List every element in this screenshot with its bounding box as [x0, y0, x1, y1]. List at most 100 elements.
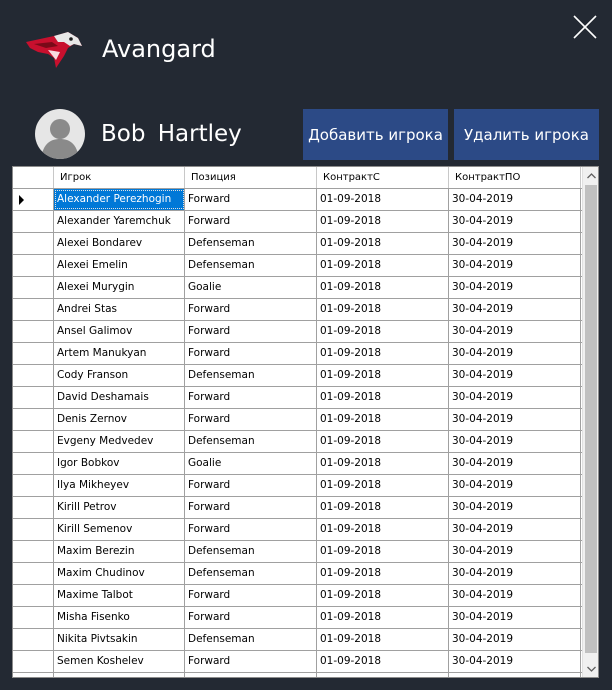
cell-contract-from[interactable]: 01-09-2018	[317, 453, 449, 474]
players-grid[interactable]: Игрок Позиция КонтрактС КонтрактПО Alexa…	[12, 166, 599, 678]
cell-player[interactable]: David Deshamais	[54, 387, 185, 408]
table-row[interactable]: Andrei Stas Forward 01-09-2018 30-04-2019	[13, 299, 582, 321]
table-row[interactable]: Alexander Perezhogin Forward 01-09-2018 30-…	[13, 189, 582, 211]
row-header[interactable]	[13, 607, 54, 628]
row-header[interactable]	[13, 387, 54, 408]
table-row[interactable]: Maxim Chudinov Defenseman 01-09-2018 30-04-…	[13, 563, 582, 585]
cell-position[interactable]: Forward	[185, 387, 317, 408]
cell-position[interactable]: Forward	[185, 497, 317, 518]
cell-contract-to[interactable]: 30-04-2019	[449, 233, 581, 254]
cell-contract-from[interactable]: 01-09-2018	[317, 431, 449, 452]
column-header-contract-from[interactable]: КонтрактС	[317, 167, 449, 188]
cell-contract-to[interactable]: 30-04-2019	[449, 189, 581, 210]
cell-position[interactable]: Defenseman	[185, 629, 317, 650]
row-header[interactable]	[13, 365, 54, 386]
cell-player[interactable]: Andrei Stas	[54, 299, 185, 320]
cell-contract-from[interactable]: 01-09-2018	[317, 321, 449, 342]
cell-contract-from[interactable]: 01-09-2018	[317, 475, 449, 496]
cell-position[interactable]: Defenseman	[185, 563, 317, 584]
row-header[interactable]	[13, 321, 54, 342]
row-header[interactable]	[13, 475, 54, 496]
row-header[interactable]	[13, 255, 54, 276]
cell-contract-from[interactable]: 01-09-2018	[317, 409, 449, 430]
cell-contract-to[interactable]: 30-04-2019	[449, 563, 581, 584]
cell-contract-to[interactable]: 30-04-2019	[449, 255, 581, 276]
column-header-contract-to[interactable]: КонтрактПО	[449, 167, 581, 188]
cell-contract-to[interactable]: 30-04-2019	[449, 629, 581, 650]
cell-contract-from[interactable]: 01-09-2018	[317, 277, 449, 298]
cell-player[interactable]: Alexei Murygin	[54, 277, 185, 298]
row-header[interactable]	[13, 497, 54, 518]
add-player-button[interactable]: Добавить игрока	[303, 109, 448, 160]
cell-contract-to[interactable]: 30-04-2019	[449, 607, 581, 628]
cell-player[interactable]	[54, 673, 185, 677]
cell-contract-from[interactable]: 01-09-2018	[317, 651, 449, 672]
row-header[interactable]	[13, 277, 54, 298]
cell-contract-to[interactable]: 30-04-2019	[449, 497, 581, 518]
table-row[interactable]: Evgeny Medvedev Defenseman 01-09-2018 30-04…	[13, 431, 582, 453]
cell-contract-to[interactable]: 30-04-2019	[449, 343, 581, 364]
cell-contract-from[interactable]: 01-09-2018	[317, 563, 449, 584]
table-row[interactable]: Nikita Pivtsakin Defenseman 01-09-2018 30-0…	[13, 629, 582, 651]
table-row[interactable]: Ansel Galimov Forward 01-09-2018 30-04-2019	[13, 321, 582, 343]
cell-player[interactable]: Kirill Semenov	[54, 519, 185, 540]
table-row[interactable]: Kirill Semenov Forward 01-09-2018 30-04-201…	[13, 519, 582, 541]
cell-player[interactable]: Kirill Petrov	[54, 497, 185, 518]
cell-player[interactable]: Alexander Perezhogin	[54, 189, 185, 210]
cell-contract-from[interactable]: 01-09-2018	[317, 299, 449, 320]
row-header[interactable]	[13, 299, 54, 320]
cell-position[interactable]: Defenseman	[185, 541, 317, 562]
cell-player[interactable]: Alexander Yaremchuk	[54, 211, 185, 232]
table-row[interactable]: Kirill Petrov Forward 01-09-2018 30-04-2019	[13, 497, 582, 519]
cell-contract-to[interactable]: 30-04-2019	[449, 365, 581, 386]
cell-contract-to[interactable]: 30-04-2019	[449, 453, 581, 474]
cell-player[interactable]: Nikita Pivtsakin	[54, 629, 185, 650]
cell-contract-to[interactable]: 30-04-2019	[449, 651, 581, 672]
row-header[interactable]	[13, 431, 54, 452]
row-header[interactable]	[13, 519, 54, 540]
table-row[interactable]: Semen Koshelev Forward 01-09-2018 30-04-201…	[13, 651, 582, 673]
cell-player[interactable]: Alexei Emelin	[54, 255, 185, 276]
cell-contract-to[interactable]: 30-04-2019	[449, 321, 581, 342]
row-header[interactable]	[13, 673, 54, 677]
cell-contract-from[interactable]: 01-09-2018	[317, 233, 449, 254]
cell-contract-from[interactable]: 01-09-2018	[317, 387, 449, 408]
table-row[interactable]: Igor Bobkov Goalie 01-09-2018 30-04-2019	[13, 453, 582, 475]
table-row[interactable]: Denis Zernov Forward 01-09-2018 30-04-2019	[13, 409, 582, 431]
cell-position[interactable]: Defenseman	[185, 431, 317, 452]
cell-player[interactable]: Evgeny Medvedev	[54, 431, 185, 452]
delete-player-button[interactable]: Удалить игрока	[454, 109, 599, 160]
cell-contract-to[interactable]: 30-04-2019	[449, 277, 581, 298]
scroll-down-arrow-icon[interactable]	[583, 660, 598, 677]
cell-position[interactable]: Goalie	[185, 453, 317, 474]
cell-contract-to[interactable]: 30-04-2019	[449, 387, 581, 408]
cell-player[interactable]: Alexei Bondarev	[54, 233, 185, 254]
cell-position[interactable]: Forward	[185, 651, 317, 672]
cell-contract-to[interactable]: 30-04-2019	[449, 585, 581, 606]
cell-position[interactable]: Forward	[185, 475, 317, 496]
row-header[interactable]	[13, 541, 54, 562]
cell-player[interactable]: Denis Zernov	[54, 409, 185, 430]
cell-contract-to[interactable]: 30-04-2019	[449, 409, 581, 430]
cell-position[interactable]: Goalie	[185, 277, 317, 298]
cell-player[interactable]: Artem Manukyan	[54, 343, 185, 364]
cell-contract-from[interactable]: 01-09-2018	[317, 607, 449, 628]
cell-position[interactable]	[185, 673, 317, 677]
cell-player[interactable]: Maxim Berezin	[54, 541, 185, 562]
cell-player[interactable]: Maxim Chudinov	[54, 563, 185, 584]
cell-position[interactable]: Forward	[185, 519, 317, 540]
cell-contract-to[interactable]: 30-04-2019	[449, 211, 581, 232]
cell-contract-to[interactable]: 30-04-2019	[449, 475, 581, 496]
table-row[interactable]	[13, 673, 582, 677]
cell-player[interactable]: Ilya Mikheyev	[54, 475, 185, 496]
cell-contract-from[interactable]: 01-09-2018	[317, 255, 449, 276]
cell-position[interactable]: Forward	[185, 343, 317, 364]
cell-contract-from[interactable]	[317, 673, 449, 677]
cell-position[interactable]: Defenseman	[185, 255, 317, 276]
row-header[interactable]	[13, 189, 54, 210]
table-row[interactable]: Misha Fisenko Forward 01-09-2018 30-04-2019	[13, 607, 582, 629]
table-row[interactable]: Maxim Berezin Defenseman 01-09-2018 30-04-2…	[13, 541, 582, 563]
scroll-up-arrow-icon[interactable]	[583, 167, 598, 184]
cell-contract-from[interactable]: 01-09-2018	[317, 497, 449, 518]
cell-position[interactable]: Forward	[185, 409, 317, 430]
